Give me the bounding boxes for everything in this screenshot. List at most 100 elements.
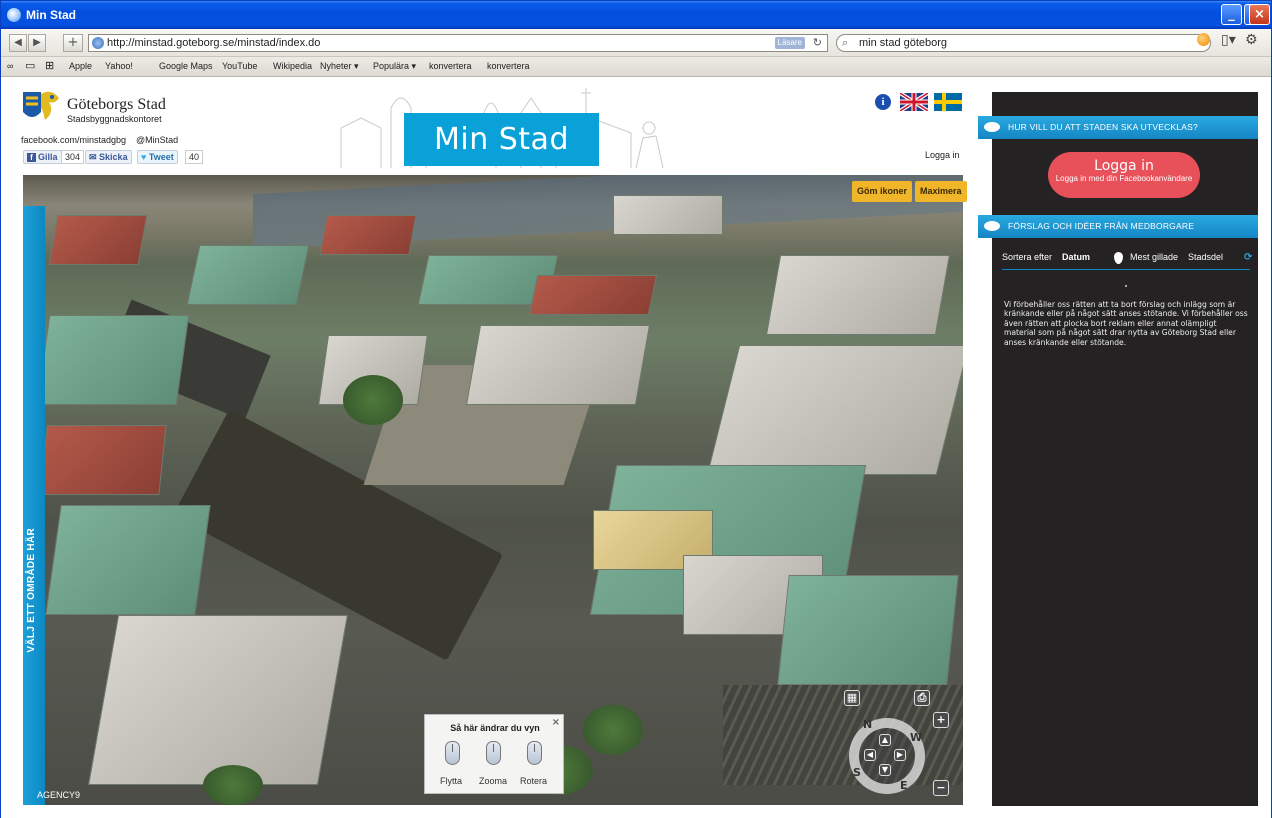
loading-dot (1125, 285, 1127, 287)
facebook-login-button[interactable]: Logga in Logga in med din Facebookanvänd… (1048, 152, 1200, 198)
goteborg-coat-of-arms-logo[interactable] (21, 90, 63, 124)
map-building (765, 255, 951, 335)
area-select-label[interactable]: VÄLJ ETT OMRÅDE HÄR (26, 528, 42, 653)
panel-divider (1002, 269, 1250, 270)
browser-window: Min Stad _ □ × ◀ ▶ + http://minstad.gote… (0, 0, 1272, 818)
help-title: Så här ändrar du vyn (450, 723, 540, 733)
swedish-flag-icon[interactable] (934, 93, 962, 111)
search-field[interactable]: ⌕ min stad göteborg (836, 34, 1211, 52)
page-menu-icon[interactable]: ▯▾ (1221, 32, 1236, 48)
forward-button[interactable]: ▶ (28, 34, 46, 52)
mouse-left-click-icon (445, 741, 460, 765)
twitter-link[interactable]: @MinStad (136, 135, 178, 145)
address-value: http://minstad.goteborg.se/minstad/index… (107, 37, 321, 49)
header-login-link[interactable]: Logga in (925, 150, 960, 160)
facebook-like-button[interactable]: f Gilla (23, 150, 62, 164)
navigation-toolbar: ◀ ▶ + http://minstad.goteborg.se/minstad… (1, 29, 1271, 57)
site-favicon-icon (92, 37, 104, 49)
help-rotate-label: Rotera (520, 776, 548, 786)
panel-heading-proposals: FÖRSLAG OCH IDÉER FRÅN MEDBORGARE (978, 215, 1258, 238)
send-label: Skicka (99, 152, 128, 162)
sort-by-most-liked[interactable]: Mest gillade (1130, 252, 1178, 262)
facebook-like-label: Gilla (38, 152, 58, 162)
grid-icon[interactable]: ⊞ (45, 59, 54, 72)
tweet-button[interactable]: ♥ Tweet (137, 150, 178, 164)
pan-left-button[interactable]: ◀ (864, 749, 876, 761)
send-button[interactable]: ✉ Skicka (85, 150, 132, 164)
bookmark-wikipedia[interactable]: Wikipedia (273, 61, 312, 71)
window-title: Min Stad (26, 8, 76, 22)
activity-indicator-icon (1197, 33, 1210, 46)
add-bookmark-button[interactable]: + (63, 34, 83, 52)
title-bar: Min Stad _ □ (1, 1, 1271, 29)
bookmark-google-maps[interactable]: Google Maps (159, 61, 213, 71)
3d-city-map[interactable] (23, 175, 963, 805)
help-close-icon[interactable]: × (552, 717, 560, 728)
maximize-map-button[interactable]: Maximera (915, 181, 967, 202)
map-building (39, 425, 167, 495)
pan-up-button[interactable]: ▲ (879, 734, 891, 746)
facebook-icon: f (27, 153, 36, 162)
english-flag-icon[interactable] (900, 93, 928, 111)
bookmark-populara[interactable]: Populära ▾ (373, 61, 416, 72)
map-credit: AGENCY9 (37, 790, 81, 800)
search-value: min stad göteborg (859, 37, 948, 49)
zoom-out-button[interactable]: − (933, 780, 949, 796)
map-building (777, 575, 959, 685)
map-building (36, 315, 190, 405)
map-building (706, 345, 963, 475)
area-select-tab[interactable] (23, 206, 45, 805)
info-icon[interactable]: i (875, 94, 891, 110)
bookmark-konvertera-1[interactable]: konvertera (429, 61, 472, 71)
settings-gear-icon[interactable]: ⚙ (1245, 32, 1258, 48)
citizen-panel: HUR VILL DU ATT STADEN SKA UTVECKLAS? Lo… (978, 92, 1258, 806)
map-building (88, 615, 348, 785)
bookmark-konvertera-2[interactable]: konvertera (487, 61, 530, 71)
refresh-icon[interactable]: ⟳ (1244, 252, 1252, 263)
reading-glasses-icon[interactable]: ∞ (7, 61, 13, 71)
map-trees (203, 765, 263, 805)
reader-button[interactable]: Läsare (774, 37, 805, 49)
bookmarks-bar: ∞ ▭ ⊞ Apple Yahoo! Google Maps YouTube W… (1, 57, 1271, 77)
panel-heading-develop-text: HUR VILL DU ATT STADEN SKA UTVECKLAS? (1008, 122, 1198, 132)
help-move-label: Flytta (440, 776, 463, 786)
navigation-compass[interactable] (849, 718, 925, 794)
org-name: Göteborgs Stad (67, 96, 166, 113)
layers-icon[interactable]: ▦ (844, 690, 860, 706)
close-window-button[interactable]: × (1249, 4, 1270, 25)
back-button[interactable]: ◀ (9, 34, 27, 52)
sort-by-district[interactable]: Stadsdel (1188, 252, 1223, 262)
minimize-button[interactable]: _ (1221, 4, 1242, 25)
speech-bubble-icon (984, 122, 1000, 132)
panel-heading-develop: HUR VILL DU ATT STADEN SKA UTVECKLAS? (978, 116, 1258, 139)
facebook-like-count: 304 (61, 150, 85, 164)
org-department: Stadsbyggnadskontoret (67, 114, 162, 124)
address-bar[interactable]: http://minstad.goteborg.se/minstad/index… (88, 34, 828, 52)
map-building (613, 195, 723, 235)
moderation-disclaimer: Vi förbehåller oss rätten att ta bort fö… (1004, 300, 1248, 347)
zoom-in-button[interactable]: + (933, 712, 949, 728)
facebook-link[interactable]: facebook.com/minstadgbg (21, 135, 126, 145)
pan-right-button[interactable]: ▶ (894, 749, 906, 761)
search-icon: ⌕ (842, 37, 849, 49)
hide-icons-button[interactable]: Göm ikoner (852, 181, 913, 202)
map-trees (343, 375, 403, 425)
map-pin-icon (1114, 252, 1123, 264)
bookmark-nyheter[interactable]: Nyheter ▾ (320, 61, 359, 72)
pan-down-button[interactable]: ▼ (879, 764, 891, 776)
panel-heading-proposals-text: FÖRSLAG OCH IDÉER FRÅN MEDBORGARE (1008, 221, 1195, 231)
compass-south: S (853, 766, 861, 779)
sort-by-date[interactable]: Datum (1062, 252, 1090, 262)
reload-icon[interactable]: ↻ (813, 35, 822, 51)
sort-prefix: Sortera efter (1002, 252, 1053, 262)
bookmark-apple[interactable]: Apple (69, 61, 92, 71)
bookmark-yahoo[interactable]: Yahoo! (105, 61, 133, 71)
map-building (48, 215, 148, 265)
login-button-title: Logga in (1094, 158, 1154, 174)
print-icon[interactable]: ⎙ (914, 690, 930, 706)
mouse-right-click-icon (527, 741, 542, 765)
book-icon[interactable]: ▭ (25, 59, 35, 72)
compass-north: N (863, 718, 873, 731)
browser-app-icon (7, 8, 21, 22)
bookmark-youtube[interactable]: YouTube (222, 61, 257, 71)
